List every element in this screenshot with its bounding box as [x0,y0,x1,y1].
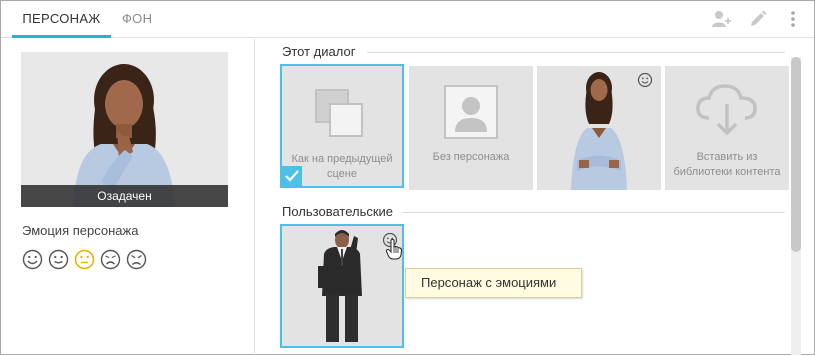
more-vertical-icon[interactable] [782,8,804,30]
tab-character[interactable]: ПЕРСОНАЖ [12,1,111,38]
angry-emotion-icon[interactable] [126,249,147,270]
neutral-emotion-icon[interactable] [48,249,69,270]
section-title-custom: Пользовательские [282,204,394,219]
hand-pointer-cursor-icon [385,238,403,260]
card-character-woman[interactable] [537,66,661,190]
character-preview-panel: Озадачен Эмоция персонажа [1,39,255,355]
pencil-icon[interactable] [747,8,769,30]
puzzled-woman-image [21,52,228,207]
tab-background[interactable]: ФОН [122,1,152,38]
tooltip: Персонаж с эмоциями [405,268,582,298]
character-panel: ПЕРСОНАЖ ФОН Озадачен Эмоция персонажа Э… [0,0,815,355]
section-divider [367,52,785,53]
sad-emotion-icon[interactable] [100,249,121,270]
character-preview: Озадачен [21,52,228,207]
happy-emotion-icon[interactable] [22,249,43,270]
card-insert-from-library[interactable]: Вставить из библиотеки контента [665,66,789,190]
scrollbar-thumb[interactable] [791,57,801,252]
emotions-badge-icon[interactable] [637,72,653,88]
section-divider [402,212,785,213]
section-title-this-dialog: Этот диалог [282,44,356,59]
card-same-as-previous[interactable]: Как на предыдущей сцене [280,64,404,188]
card-label: Без персонажа [432,151,510,163]
preview-caption: Озадачен [21,185,228,207]
cloud-download-icon [696,84,757,136]
tab-bar: ПЕРСОНАЖ ФОН [1,1,814,38]
selected-check-icon [282,166,302,186]
person-placeholder-icon [444,85,498,139]
card-label: Вставить из библиотеки контента [673,151,781,178]
scrollbar[interactable] [791,57,801,355]
copy-icon [315,89,363,137]
card-no-character[interactable]: Без персонажа [409,66,533,190]
puzzled-emotion-icon[interactable] [74,249,95,270]
emotion-label: Эмоция персонажа [22,223,139,238]
add-user-icon[interactable] [710,8,732,30]
